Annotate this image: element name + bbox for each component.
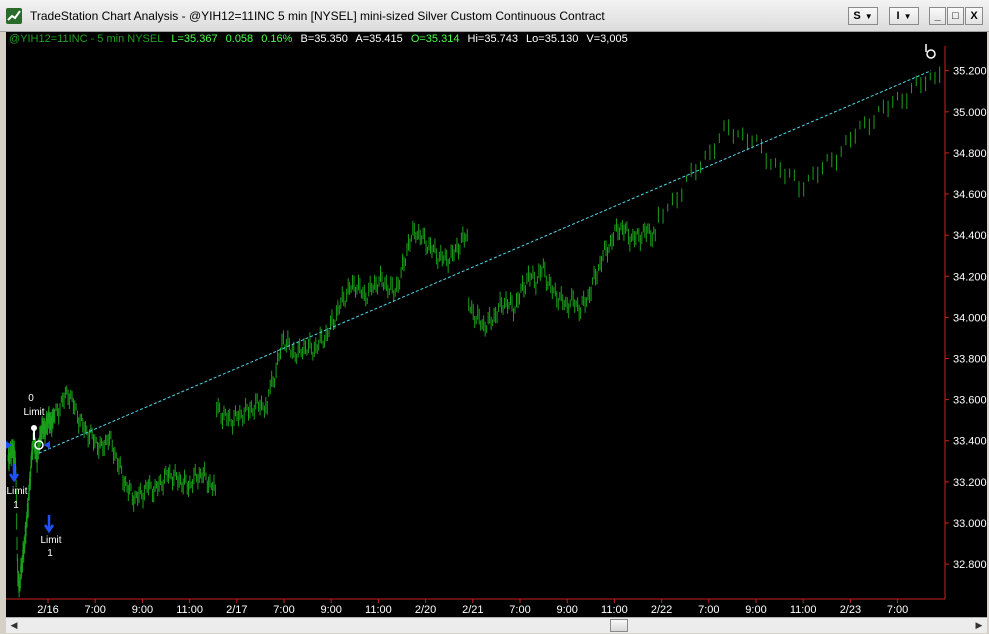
- time-tick-label: 11:00: [176, 604, 203, 616]
- time-tick-label: 9:00: [320, 604, 341, 616]
- price-tick-label: 34.000: [953, 312, 987, 324]
- price-tick-label: 34.200: [953, 271, 987, 283]
- minimize-button[interactable]: _: [929, 7, 946, 25]
- time-tick-label: 2/17: [226, 604, 247, 616]
- scroll-right-arrow-icon[interactable]: ▶: [971, 618, 987, 633]
- price-tick-label: 33.400: [953, 436, 987, 448]
- symbol-link-s-button[interactable]: S ▼: [848, 7, 878, 25]
- buy-order-qty: 0: [28, 393, 34, 404]
- time-tick-label: 11:00: [790, 604, 817, 616]
- price-tick-label: 33.800: [953, 354, 987, 366]
- price-tick-label: 34.800: [953, 148, 987, 160]
- trendline[interactable]: [38, 70, 932, 454]
- time-tick-label: 2/23: [840, 604, 861, 616]
- time-tick-label: 2/22: [651, 604, 672, 616]
- scrollbar-thumb[interactable]: [610, 619, 628, 632]
- window-title: TradeStation Chart Analysis - @YIH12=11I…: [30, 9, 605, 23]
- i-button-label: I: [896, 10, 900, 22]
- close-icon: X: [970, 10, 978, 22]
- maximize-icon: □: [952, 10, 959, 22]
- chart-area[interactable]: @YIH12=11INC - 5 min NYSEL L=35.367 0.05…: [6, 32, 987, 617]
- indicator-i-button[interactable]: I ▼: [889, 7, 919, 25]
- sell-arrow-icon: [43, 515, 55, 534]
- minimize-icon: _: [934, 10, 941, 22]
- price-chart[interactable]: 35.200 35.000 34.800 34.600 34.400 34.200 34.0…: [6, 32, 987, 617]
- sell-order-1-qty: 1: [13, 500, 19, 511]
- time-tick-label: 7:00: [698, 604, 719, 616]
- price-tick-label: 33.600: [953, 395, 987, 407]
- time-tick-label: 11:00: [601, 604, 628, 616]
- price-axis: 35.200 35.000 34.800 34.600 34.400 34.200 34.0…: [945, 66, 987, 571]
- time-tick-label: 9:00: [556, 604, 577, 616]
- sell-order-2-type: Limit: [40, 535, 61, 546]
- tradestation-app-icon: [6, 8, 22, 24]
- chevron-down-icon: ▼: [864, 11, 873, 21]
- sell-order-2-qty: 1: [47, 548, 53, 559]
- time-tick-label: 9:00: [745, 604, 766, 616]
- buy-arrow-head-icon: [31, 425, 37, 431]
- price-tick-label: 34.600: [953, 189, 987, 201]
- close-button[interactable]: X: [965, 7, 983, 25]
- price-bars: [7, 66, 941, 598]
- time-tick-label: 9:00: [132, 604, 153, 616]
- time-tick-label: 11:00: [365, 604, 392, 616]
- sell-limit-order-marker-1[interactable]: Limit 1: [6, 464, 28, 511]
- horizontal-scrollbar[interactable]: ◀ ▶: [6, 617, 987, 633]
- price-tick-label: 35.000: [953, 107, 987, 119]
- time-tick-label: 2/20: [415, 604, 436, 616]
- maximize-button[interactable]: □: [947, 7, 964, 25]
- price-tick-label: 32.800: [953, 559, 987, 571]
- time-axis: 2/16 7:00 9:00 11:00 2/17 7:00 9:00 11:00 2/20 2/…: [37, 599, 908, 616]
- price-tick-label: 34.400: [953, 230, 987, 242]
- time-tick-label: 7:00: [273, 604, 294, 616]
- sell-arrow-icon: [8, 464, 20, 483]
- sell-limit-order-marker-2[interactable]: Limit 1: [40, 515, 62, 559]
- time-tick-label: 7:00: [887, 604, 908, 616]
- trendline-end-handle[interactable]: [926, 49, 936, 59]
- buy-order-type: Limit: [23, 407, 44, 418]
- scroll-left-arrow-icon[interactable]: ◀: [6, 618, 22, 633]
- price-tick-label: 33.000: [953, 518, 987, 530]
- price-tick-label: 35.200: [953, 66, 987, 78]
- window-titlebar[interactable]: TradeStation Chart Analysis - @YIH12=11I…: [0, 0, 989, 32]
- price-tick-label: 33.200: [953, 477, 987, 489]
- s-button-label: S: [853, 10, 861, 22]
- time-tick-label: 2/21: [462, 604, 483, 616]
- time-tick-label: 7:00: [84, 604, 105, 616]
- chevron-down-icon: ▼: [903, 11, 912, 21]
- time-tick-label: 7:00: [509, 604, 530, 616]
- time-tick-label: 2/16: [37, 604, 58, 616]
- sell-order-1-type: Limit: [6, 486, 27, 497]
